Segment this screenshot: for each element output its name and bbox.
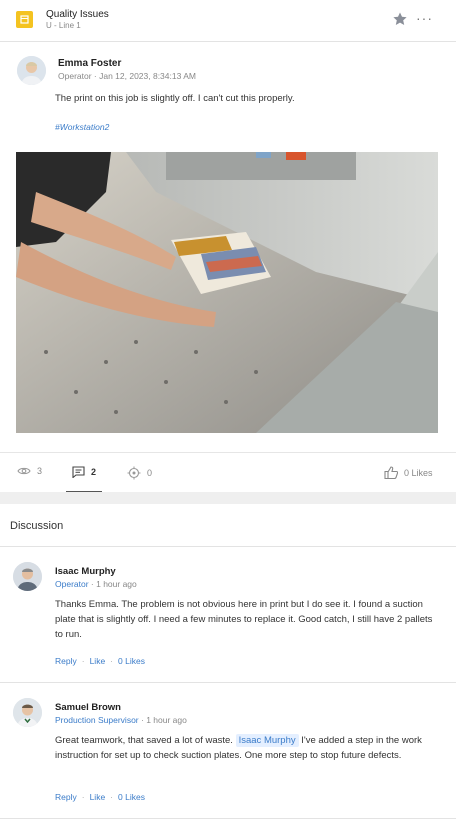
comment-meta: Operator · 1 hour ago <box>55 579 137 589</box>
views-stat[interactable]: 3 <box>17 466 42 476</box>
channel-title[interactable]: Quality Issues <box>46 9 109 20</box>
divider <box>0 682 456 683</box>
more-options-icon[interactable]: ··· <box>416 10 433 26</box>
separator-dot: · <box>110 656 114 666</box>
like-button[interactable]: 0 Likes <box>384 466 433 479</box>
reply-button[interactable]: Reply <box>55 792 77 802</box>
comment-actions: Reply · Like · 0 Likes <box>55 656 145 666</box>
likes-count: 0 Likes <box>404 467 433 478</box>
target-icon <box>127 466 141 480</box>
comment-text: Great teamwork, that saved a lot of wast… <box>55 735 236 746</box>
post-author[interactable]: Emma Foster <box>58 58 121 69</box>
comment-role[interactable]: Production Supervisor <box>55 715 139 725</box>
avatar[interactable] <box>13 562 42 591</box>
discussion-title: Discussion <box>10 520 64 532</box>
comment-time: · 1 hour ago <box>88 579 137 589</box>
comment-like-button[interactable]: Like <box>90 792 106 802</box>
post-meta: Operator · Jan 12, 2023, 8:34:13 AM <box>58 71 196 81</box>
channel-header: Quality Issues U - Line 1 ··· <box>0 0 456 42</box>
eye-icon <box>17 467 31 475</box>
comments-count: 2 <box>91 467 97 477</box>
reply-button[interactable]: Reply <box>55 656 77 666</box>
follows-stat[interactable]: 0 <box>127 466 152 480</box>
separator-dot: · <box>81 656 85 666</box>
post-text: The print on this job is slightly off. I… <box>55 93 295 104</box>
comment-like-button[interactable]: Like <box>90 656 106 666</box>
divider <box>0 546 456 547</box>
user-mention[interactable]: Isaac Murphy <box>235 734 299 747</box>
follows-count: 0 <box>147 468 153 478</box>
divider <box>0 818 456 819</box>
channel-subtitle: U - Line 1 <box>46 21 81 30</box>
comment-actions: Reply · Like · 0 Likes <box>55 792 145 802</box>
post-image[interactable] <box>16 152 438 433</box>
views-count: 3 <box>37 466 43 476</box>
avatar[interactable] <box>17 56 46 85</box>
comment-body: Thanks Emma. The problem is not obvious … <box>55 599 433 640</box>
comment-role[interactable]: Operator <box>55 579 89 589</box>
tab-comments[interactable]: 2 <box>72 466 96 478</box>
comment-time: · 1 hour ago <box>138 715 187 725</box>
section-divider <box>0 492 456 504</box>
box-icon <box>16 11 33 28</box>
comment-author[interactable]: Samuel Brown <box>55 702 121 713</box>
separator-dot: · <box>110 792 114 802</box>
avatar[interactable] <box>13 698 42 727</box>
thumbs-up-icon <box>384 466 398 479</box>
separator-dot: · <box>81 792 85 802</box>
comment-icon <box>72 466 85 478</box>
post-stats-bar: 3 2 0 0 Likes <box>0 452 456 493</box>
post-hashtag[interactable]: #Workstation2 <box>55 122 109 132</box>
comment-author[interactable]: Isaac Murphy <box>55 566 116 577</box>
comment-likes-count[interactable]: 0 Likes <box>118 656 145 666</box>
comment-likes-count[interactable]: 0 Likes <box>118 792 145 802</box>
comment-body: Great teamwork, that saved a lot of wast… <box>55 733 440 763</box>
star-icon[interactable] <box>392 11 408 27</box>
comment-meta: Production Supervisor · 1 hour ago <box>55 715 187 725</box>
